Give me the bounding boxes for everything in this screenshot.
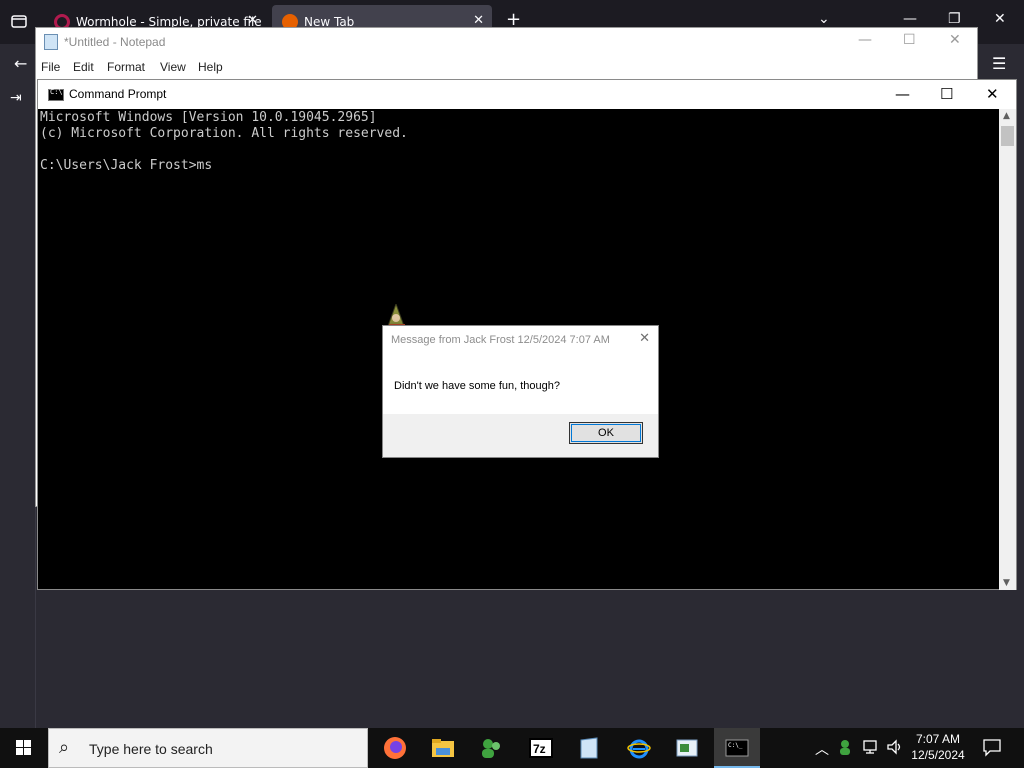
notepad-maximize-icon[interactable]: ☐ (903, 32, 916, 48)
menu-edit[interactable]: Edit (73, 60, 94, 74)
cmd-minimize-icon[interactable]: — (895, 85, 910, 103)
tab-overflow-chevron-icon[interactable]: ⌄ (818, 11, 830, 27)
taskbar-file-explorer[interactable] (420, 728, 466, 768)
dialog-title: Message from Jack Frost 12/5/2024 7:07 A… (391, 334, 610, 346)
svg-text:C:\_: C:\_ (728, 742, 743, 749)
taskbar-search-box[interactable]: ⌕ Type here to search (48, 728, 368, 768)
scroll-up-icon[interactable]: ▲ (1003, 111, 1010, 121)
taskbar-firefox[interactable] (372, 728, 418, 768)
menu-help[interactable]: Help (198, 60, 223, 74)
network-icon[interactable] (862, 738, 880, 768)
menu-view[interactable]: View (160, 60, 186, 74)
dialog-footer: OK (383, 414, 658, 457)
volume-icon[interactable] (886, 738, 904, 768)
browser-sidebar: ⇥ (0, 84, 36, 728)
clock-time: 7:07 AM (915, 732, 961, 746)
notepad-title: *Untitled - Notepad (64, 35, 166, 49)
cmd-title: Command Prompt (69, 87, 167, 101)
internet-explorer-icon (627, 739, 651, 759)
tab-list-icon[interactable] (10, 12, 30, 32)
ok-button[interactable]: OK (569, 422, 643, 444)
dialog-message: Didn't we have some fun, though? (394, 380, 560, 392)
show-hidden-icons-chevron-icon[interactable]: ︿ (815, 739, 829, 768)
tray-users-icon[interactable] (838, 738, 856, 768)
browser-minimize-icon[interactable]: — (903, 11, 917, 27)
notepad-minimize-icon[interactable]: — (858, 32, 872, 48)
hamburger-menu-icon[interactable]: ☰ (992, 54, 1006, 73)
7zip-icon: 7z (529, 738, 553, 758)
cmd-title-bar: C:\ Command Prompt — ☐ ✕ (38, 80, 1016, 109)
taskbar-command-prompt[interactable]: C:\_ (714, 728, 760, 768)
console-line: (c) Microsoft Corporation. All rights re… (40, 126, 408, 141)
svg-text:7z: 7z (533, 742, 546, 756)
cmd-close-icon[interactable]: ✕ (986, 85, 999, 103)
notepad-menu-bar: File Edit Format View Help (36, 56, 977, 78)
taskbar-7zip[interactable]: 7z (518, 728, 564, 768)
close-tab-icon[interactable]: ✕ (473, 13, 484, 28)
console-line: C:\Users\Jack Frost>ms (40, 158, 213, 173)
command-prompt-app-icon: C:\ (48, 88, 64, 101)
command-prompt-icon: C:\_ (725, 739, 749, 757)
taskbar-notepad[interactable] (566, 728, 612, 768)
clock-date: 12/5/2024 (911, 748, 965, 762)
browser-restore-icon[interactable]: ❐ (948, 11, 961, 27)
cmd-scrollbar[interactable]: ▲ ▼ (999, 109, 1016, 590)
dialog-close-icon[interactable]: ✕ (639, 331, 650, 346)
console-line: Microsoft Windows [Version 10.0.19045.29… (40, 110, 377, 125)
taskbar-internet-explorer[interactable] (616, 728, 662, 768)
taskbar-chat-users[interactable] (468, 728, 514, 768)
sign-in-icon[interactable]: ⇥ (10, 90, 22, 106)
notepad-icon (580, 737, 598, 759)
start-button[interactable] (0, 728, 48, 768)
system-clock[interactable]: 7:07 AM 12/5/2024 (908, 731, 968, 763)
notepad-close-icon[interactable]: ✕ (949, 32, 961, 48)
message-dialog: Message from Jack Frost 12/5/2024 7:07 A… (382, 325, 659, 458)
search-icon: ⌕ (59, 737, 70, 758)
taskbar: ⌕ Type here to search 7z C:\_ ︿ 7:07 AM … (0, 728, 1024, 768)
menu-file[interactable]: File (41, 60, 60, 74)
chat-users-icon (482, 739, 500, 758)
notepad-title-bar: *Untitled - Notepad — ☐ ✕ (36, 28, 977, 56)
taskbar-control-panel[interactable] (664, 728, 710, 768)
scroll-down-icon[interactable]: ▼ (1003, 578, 1010, 588)
windows-logo-icon (16, 740, 31, 755)
notepad-app-icon (44, 34, 58, 50)
menu-format[interactable]: Format (107, 60, 145, 74)
control-panel-icon (676, 739, 698, 757)
back-arrow-icon[interactable]: ← (14, 54, 27, 73)
search-placeholder: Type here to search (89, 741, 213, 757)
cmd-maximize-icon[interactable]: ☐ (940, 85, 953, 103)
file-explorer-icon (432, 739, 454, 757)
close-tab-icon[interactable]: ✕ (247, 13, 258, 28)
firefox-icon (384, 737, 406, 759)
browser-close-icon[interactable]: ✕ (994, 11, 1006, 27)
notification-center-icon[interactable] (982, 737, 1002, 760)
scroll-thumb[interactable] (1001, 126, 1014, 146)
